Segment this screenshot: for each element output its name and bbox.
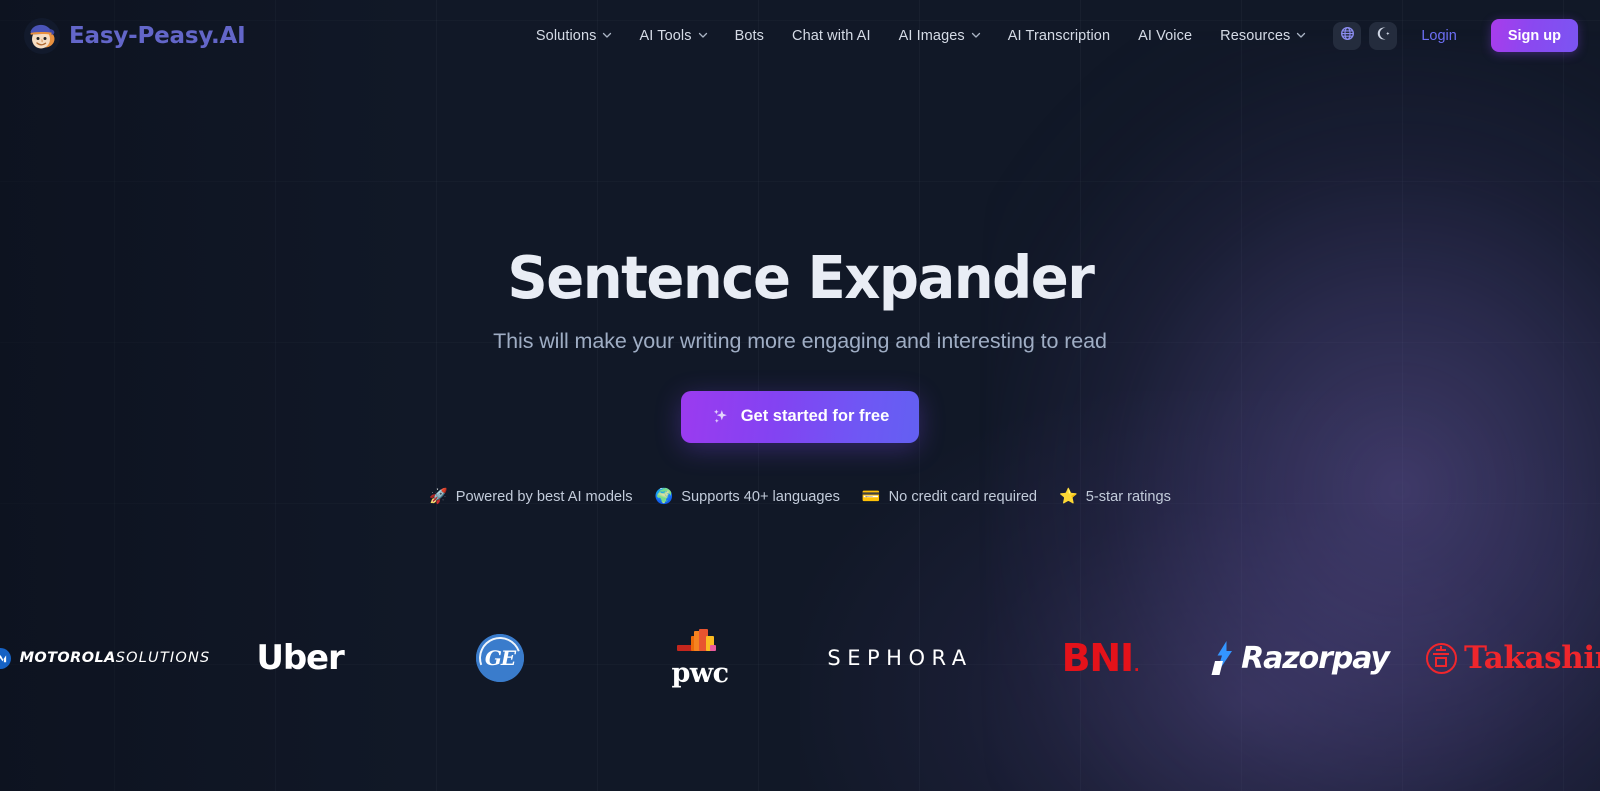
page-root: Easy-Peasy.AI Solutions AI Tools Bots Ch… (0, 0, 1600, 791)
nav-item-label: Bots (734, 27, 765, 44)
logo-wordmark: Uber (256, 638, 344, 678)
bni-dot: . (1133, 657, 1140, 675)
logo-bni: BNI. (1000, 612, 1200, 704)
chevron-down-icon (698, 30, 707, 39)
rocket-emoji-icon: 🚀 (429, 487, 448, 506)
badge-label: Supports 40+ languages (681, 488, 840, 505)
primary-navigation: Solutions AI Tools Bots Chat with AI AI … (522, 19, 1578, 52)
motorola-word: MOTOROLA (19, 650, 116, 666)
nav-item-label: AI Images (898, 27, 965, 44)
razorpay-mark-icon (1211, 641, 1238, 675)
badge-label: 5-star ratings (1085, 488, 1171, 505)
chevron-down-icon (602, 30, 612, 39)
get-started-button[interactable]: Get started for free (680, 390, 920, 443)
pwc-blocks-icon (669, 628, 731, 656)
nav-item-resources[interactable]: Resources (1206, 20, 1319, 52)
logo-sephora: SEPHORA (800, 612, 1000, 704)
nav-item-ai-transcription[interactable]: AI Transcription (994, 20, 1124, 52)
logo-motorola-solutions: MOTOROLASOLUTIONS (0, 612, 209, 704)
motorola-m-icon (0, 647, 11, 669)
nav-item-ai-tools[interactable]: AI Tools (625, 20, 720, 52)
nav-item-ai-voice[interactable]: AI Voice (1124, 20, 1206, 52)
chevron-down-icon (971, 30, 980, 39)
site-header: Easy-Peasy.AI Solutions AI Tools Bots Ch… (0, 0, 1600, 71)
badge-no-credit-card: 💳 No credit card required (862, 489, 1037, 505)
ge-monogram-icon: GE (476, 634, 524, 682)
takashimaya-seal-icon (1426, 642, 1457, 674)
customer-logo-strip: MOTOROLASOLUTIONS Uber GE pwc SEPHORA BN… (0, 612, 1600, 704)
hero-section: Sentence Expander This will make your wr… (0, 71, 1600, 505)
logo-razorpay: Razorpay (1200, 612, 1400, 704)
nav-item-solutions[interactable]: Solutions (522, 20, 626, 52)
logo-wordmark: Takashimaya (1464, 640, 1600, 676)
nav-item-bots[interactable]: Bots (721, 20, 778, 52)
moon-dark-mode-icon (1376, 26, 1391, 46)
mascot-avatar-icon (24, 17, 60, 54)
nav-item-chat-with-ai[interactable]: Chat with AI (778, 20, 885, 52)
header-actions: Login Sign up (1333, 19, 1578, 52)
nav-item-label: Resources (1220, 27, 1291, 44)
logo-wordmark: SEPHORA (827, 646, 973, 670)
feature-badges: 🚀 Powered by best AI models 🌍 Supports 4… (429, 489, 1171, 505)
page-title: Sentence Expander (506, 243, 1095, 312)
logo-wordmark: MOTOROLASOLUTIONS (20, 650, 211, 666)
brand-logo[interactable]: Easy-Peasy.AI (24, 17, 246, 54)
sparkles-icon (711, 407, 730, 426)
badge-label: No credit card required (888, 488, 1038, 505)
logo-uber: Uber (200, 612, 400, 704)
nav-item-label: AI Voice (1138, 27, 1193, 44)
brand-name: Easy-Peasy.AI (69, 22, 246, 49)
star-emoji-icon: ⭐ (1059, 487, 1078, 506)
logo-pwc: pwc (600, 612, 800, 704)
nav-item-label: Chat with AI (792, 27, 871, 44)
page-subtitle: This will make your writing more engagin… (493, 328, 1107, 353)
badge-languages: 🌍 Supports 40+ languages (655, 489, 840, 505)
chevron-down-icon (1296, 30, 1306, 39)
logo-wordmark: BNI. (1061, 636, 1140, 680)
globe-icon (1340, 26, 1355, 46)
get-started-button-label: Get started for free (740, 407, 890, 426)
language-switcher-button[interactable] (1333, 21, 1362, 50)
earth-globe-emoji-icon: 🌍 (654, 487, 674, 506)
signup-button[interactable]: Sign up (1490, 19, 1578, 52)
credit-card-emoji-icon: 💳 (861, 487, 881, 506)
login-link[interactable]: Login (1405, 20, 1472, 52)
logo-wordmark: pwc (671, 657, 729, 689)
logo-wordmark: GE (484, 646, 516, 670)
logo-wordmark: Razorpay (1241, 640, 1390, 676)
nav-item-label: Solutions (535, 27, 597, 44)
nav-item-label: AI Transcription (1007, 27, 1111, 44)
badge-powered-by-ai: 🚀 Powered by best AI models (429, 489, 633, 505)
nav-item-label: AI Tools (639, 27, 692, 44)
logo-takashimaya: Takashimaya (1400, 612, 1600, 704)
bni-word: BNI (1061, 636, 1135, 680)
nav-item-ai-images[interactable]: AI Images (885, 20, 994, 52)
badge-ratings: ⭐ 5-star ratings (1059, 489, 1171, 505)
badge-label: Powered by best AI models (455, 488, 633, 505)
solutions-word: SOLUTIONS (115, 650, 211, 666)
logo-ge: GE (400, 612, 600, 704)
dark-mode-toggle-button[interactable] (1369, 21, 1398, 50)
